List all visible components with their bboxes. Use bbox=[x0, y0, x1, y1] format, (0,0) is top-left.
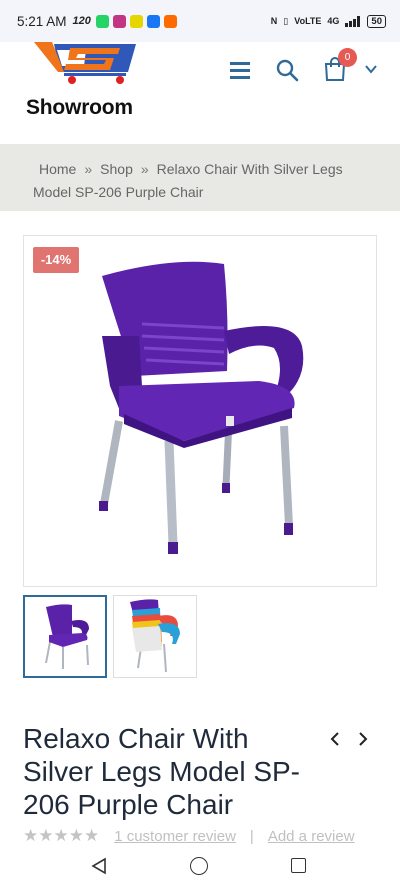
search-icon[interactable] bbox=[275, 58, 299, 82]
rating-separator: | bbox=[249, 827, 254, 845]
customer-review-link[interactable]: 1 customer review bbox=[114, 828, 236, 845]
nfc-icon: N bbox=[270, 16, 278, 26]
back-icon[interactable] bbox=[90, 857, 108, 875]
breadcrumb-home-link[interactable]: Home bbox=[39, 161, 76, 177]
main-product-image[interactable] bbox=[23, 235, 377, 587]
recent-apps-icon[interactable] bbox=[291, 858, 306, 873]
snapchat-notification-icon bbox=[129, 14, 143, 28]
signal-icon bbox=[345, 15, 361, 27]
purple-chair-image bbox=[99, 261, 304, 554]
breadcrumb-current: Relaxo Chair With Silver Legs Model SP-2… bbox=[33, 161, 343, 200]
previous-product-icon[interactable] bbox=[328, 730, 342, 748]
network-speed: 120 bbox=[72, 15, 91, 27]
system-nav-bar bbox=[0, 848, 400, 888]
whatsapp-notification-icon bbox=[95, 14, 109, 28]
vibrate-icon: ▯ bbox=[283, 15, 289, 26]
status-time: 5:21 AM bbox=[17, 13, 67, 29]
breadcrumb: Home » Shop » Relaxo Chair With Silver Legs … bbox=[0, 144, 400, 211]
thumbnail-purple-chair-image bbox=[45, 604, 89, 669]
home-icon[interactable] bbox=[190, 857, 208, 875]
status-bar: 5:21 AM 120 N ▯ VoLTE 4G 50 bbox=[0, 0, 400, 42]
thumbnail-purple-chair[interactable] bbox=[23, 595, 107, 678]
volte-label: VoLTE bbox=[294, 16, 322, 26]
chevron-down-icon[interactable] bbox=[364, 63, 378, 75]
site-header: Showroom 0 bbox=[0, 42, 400, 144]
thumbnail-stacked-chairs-image bbox=[130, 599, 180, 673]
menu-icon[interactable] bbox=[229, 60, 251, 80]
messenger-notification-icon bbox=[146, 14, 160, 28]
instagram-notification-icon bbox=[112, 14, 126, 28]
add-review-link[interactable]: Add a review bbox=[268, 828, 355, 845]
next-product-icon[interactable] bbox=[356, 730, 370, 748]
rating-row: ★★★★★ 1 customer review | Add a review bbox=[23, 826, 355, 846]
thumbnail-stacked-chairs[interactable] bbox=[113, 595, 197, 678]
battery-level: 50 bbox=[367, 14, 386, 28]
breadcrumb-separator: » bbox=[84, 161, 93, 177]
network-type: 4G bbox=[327, 16, 340, 26]
breadcrumb-shop-link[interactable]: Shop bbox=[100, 161, 133, 177]
logo-text: Showroom bbox=[26, 96, 133, 119]
cart-count-badge[interactable]: 0 bbox=[338, 48, 357, 67]
product-title: Relaxo Chair With Silver Legs Model SP-2… bbox=[23, 723, 301, 820]
star-rating: ★★★★★ bbox=[23, 826, 100, 845]
status-right: N ▯ VoLTE 4G 50 bbox=[270, 14, 386, 28]
sale-badge: -14% bbox=[33, 247, 79, 273]
breadcrumb-separator: » bbox=[140, 161, 149, 177]
app-notification-icon bbox=[163, 14, 177, 28]
